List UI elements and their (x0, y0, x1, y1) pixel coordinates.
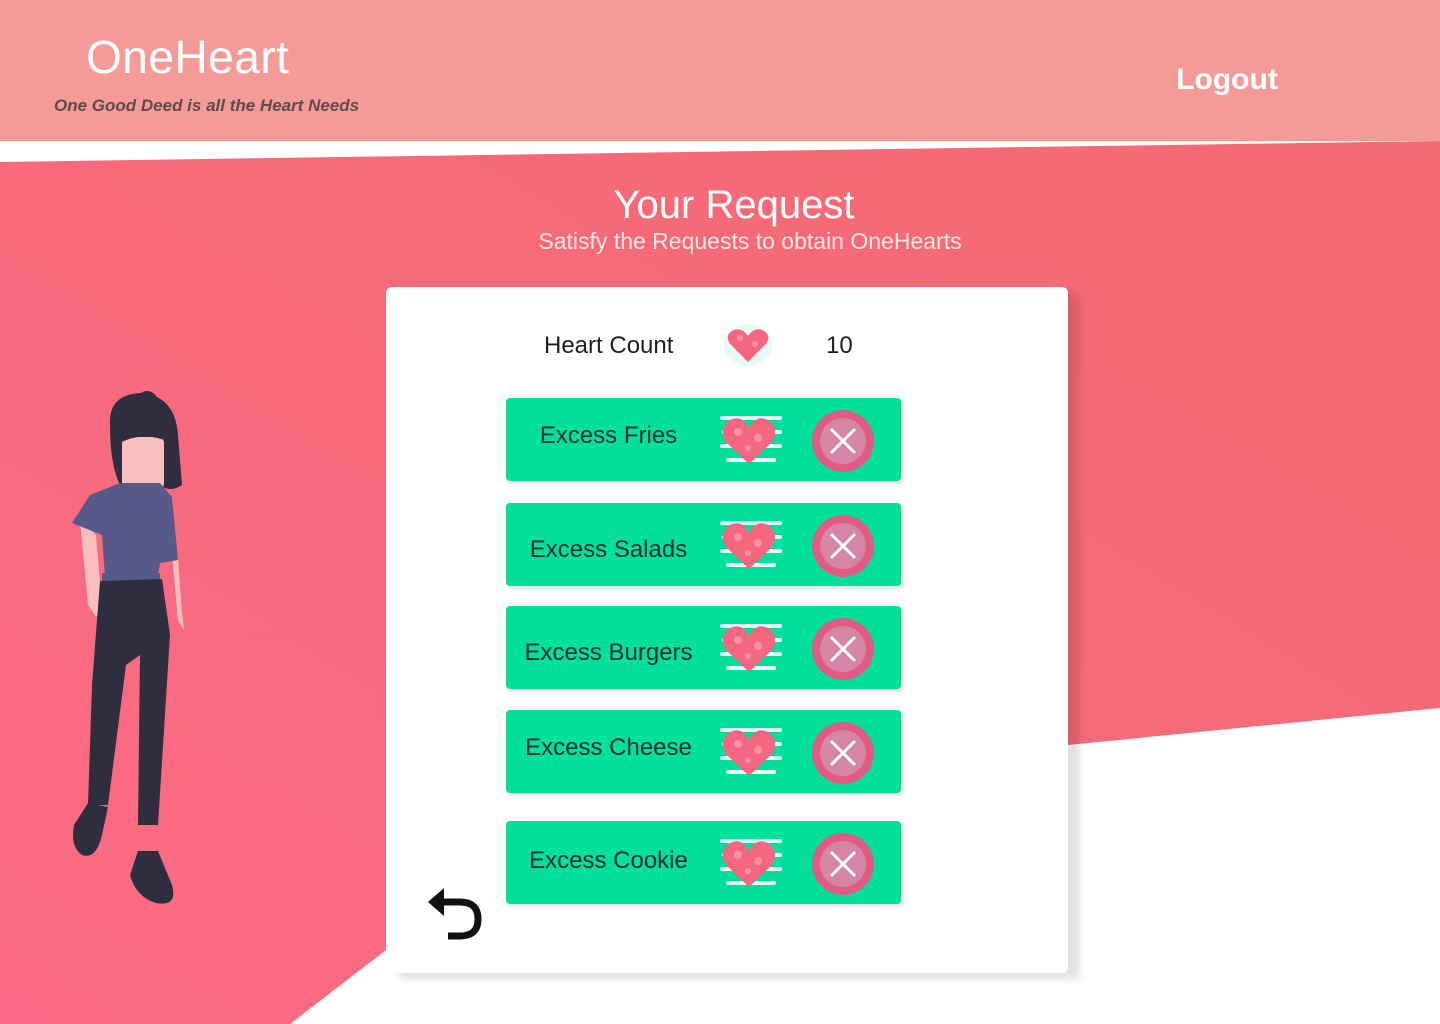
request-label: Excess Fries (539, 422, 678, 449)
undo-arrow-icon[interactable] (424, 886, 484, 944)
request-label: Excess Salads (529, 536, 688, 563)
heart-icon[interactable] (716, 831, 786, 893)
request-label: Excess Cheese (525, 734, 692, 761)
close-icon[interactable] (810, 720, 876, 786)
request-row: Excess Salads (506, 503, 901, 586)
request-row: Excess Cookie (506, 821, 901, 904)
page-title: Your Request (613, 183, 855, 227)
heart-icon[interactable] (716, 513, 786, 575)
heart-icon[interactable] (716, 408, 786, 470)
heart-icon[interactable] (716, 616, 786, 678)
request-row: Excess Burgers (506, 606, 901, 689)
close-icon[interactable] (810, 616, 876, 682)
close-icon[interactable] (810, 513, 876, 579)
close-icon[interactable] (810, 831, 876, 897)
brand-tagline: One Good Deed is all the Heart Needs (54, 96, 360, 115)
request-label: Excess Burgers (524, 639, 693, 666)
heart-icon (724, 324, 772, 366)
brand-name: OneHeart (86, 31, 290, 83)
heart-count-value: 10 (826, 332, 853, 359)
request-row: Excess Cheese (506, 710, 901, 793)
woman-illustration (72, 391, 184, 904)
heart-count-label: Heart Count (544, 332, 674, 359)
page-subtitle: Satisfy the Requests to obtain OneHearts (538, 228, 962, 254)
close-icon[interactable] (810, 408, 876, 474)
logout-button[interactable]: Logout (1168, 60, 1286, 100)
request-row: Excess Fries (506, 398, 901, 481)
top-bar: OneHeart One Good Deed is all the Heart … (0, 0, 1440, 141)
request-label: Excess Cookie (529, 847, 688, 874)
heart-icon[interactable] (716, 720, 786, 782)
